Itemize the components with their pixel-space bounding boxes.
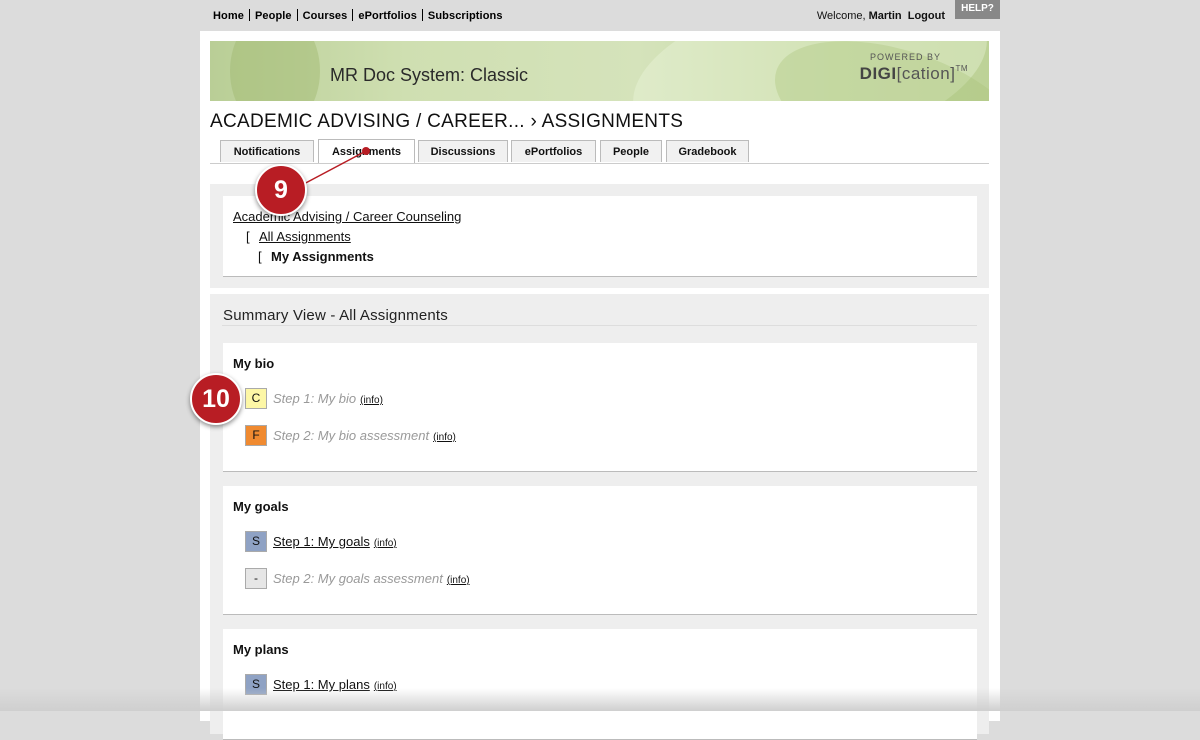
group-title: My bio [233, 356, 275, 371]
tab-eportfolios[interactable]: ePortfolios [511, 140, 596, 162]
step-title: Step 1: My bio [273, 391, 357, 406]
breadcrumb-level2: [ All Assignments [246, 229, 351, 244]
breadcrumb-all-assignments-link[interactable]: All Assignments [259, 229, 351, 244]
tabs-divider [210, 163, 989, 164]
status-badge: F [245, 425, 267, 446]
nav-separator [248, 9, 250, 21]
welcome-text: Welcome, [816, 10, 866, 22]
nav-separator [296, 9, 298, 21]
brand-logo-trademark: TM [955, 64, 968, 73]
step-label: Step 1: My bio (info) [273, 391, 383, 406]
welcome-area: Welcome, Martin Logout [817, 10, 945, 22]
brand-logo-rest: [cation] [896, 64, 956, 83]
step-title: Step 2: My bio assessment [273, 428, 430, 443]
page-container: MR Doc System: Classic POWERED BY DIGI[c… [200, 31, 1000, 740]
nav-home-link[interactable]: Home [213, 10, 244, 22]
top-navigation: Home People Courses ePortfolios Subscription… [213, 9, 503, 22]
tab-notifications[interactable]: Notifications [220, 140, 314, 162]
step-title: Step 2: My goals assessment [273, 571, 443, 586]
breadcrumb-current: My Assignments [271, 249, 374, 264]
assignment-group-my-plans: My plans S Step 1: My plans (info) [223, 629, 977, 740]
group-title: My plans [233, 642, 289, 657]
tab-gradebook[interactable]: Gradebook [666, 140, 749, 162]
user-name-link[interactable]: Martin [869, 10, 902, 22]
logout-link[interactable]: Logout [908, 10, 945, 22]
breadcrumb-panel: Academic Advising / Career Counseling [A… [210, 184, 989, 288]
breadcrumb: Academic Advising / Career Counseling [A… [223, 196, 977, 277]
tree-indent-mark: [ [246, 229, 250, 244]
nav-separator [421, 9, 423, 21]
info-link[interactable]: (info) [360, 395, 383, 406]
info-link[interactable]: (info) [433, 432, 456, 443]
step-link[interactable]: Step 1: My goals [273, 534, 370, 549]
banner-decoration [230, 41, 320, 101]
status-badge: C [245, 388, 267, 409]
tab-assignments[interactable]: Assignments [318, 139, 415, 163]
group-title: My goals [233, 499, 289, 514]
step-label: Step 2: My goals assessment (info) [273, 571, 470, 586]
info-link[interactable]: (info) [447, 575, 470, 586]
summary-divider [222, 325, 977, 326]
assignment-group-my-goals: My goals S Step 1: My goals (info) - Step… [223, 486, 977, 615]
tree-indent-mark: [ [258, 249, 262, 264]
tab-people[interactable]: People [600, 140, 662, 162]
page-title: ACADEMIC ADVISING / CAREER... › ASSIGNME… [210, 111, 684, 132]
callout-9: 9 [255, 164, 307, 216]
summary-title: Summary View - All Assignments [223, 307, 448, 324]
brand-logo: DIGI[cation]TM [860, 64, 968, 84]
step-label: Step 2: My bio assessment (info) [273, 428, 456, 443]
nav-separator [352, 9, 354, 21]
powered-by-text: POWERED BY [869, 52, 941, 62]
callout-10: 10 [190, 373, 242, 425]
breadcrumb-level3: [ My Assignments [258, 249, 374, 264]
bottom-shadow [0, 688, 1200, 711]
summary-panel: Summary View - All Assignments My bio C … [210, 294, 989, 740]
site-title: MR Doc System: Classic [330, 65, 529, 85]
brand-logo-bold: DIGI [859, 64, 897, 83]
site-banner: MR Doc System: Classic POWERED BY DIGI[c… [210, 41, 989, 101]
status-badge: - [245, 568, 267, 589]
help-button[interactable]: HELP? [955, 0, 1000, 19]
status-badge: S [245, 531, 267, 552]
assignment-group-my-bio: My bio C Step 1: My bio (info) F Step 2: … [223, 343, 977, 472]
nav-people-link[interactable]: People [255, 10, 292, 22]
tab-discussions[interactable]: Discussions [418, 140, 508, 162]
step-label: Step 1: My goals (info) [273, 534, 397, 549]
nav-courses-link[interactable]: Courses [303, 10, 348, 22]
nav-subscriptions-link[interactable]: Subscriptions [428, 10, 503, 22]
info-link[interactable]: (info) [374, 538, 397, 549]
nav-eportfolios-link[interactable]: ePortfolios [358, 10, 417, 22]
